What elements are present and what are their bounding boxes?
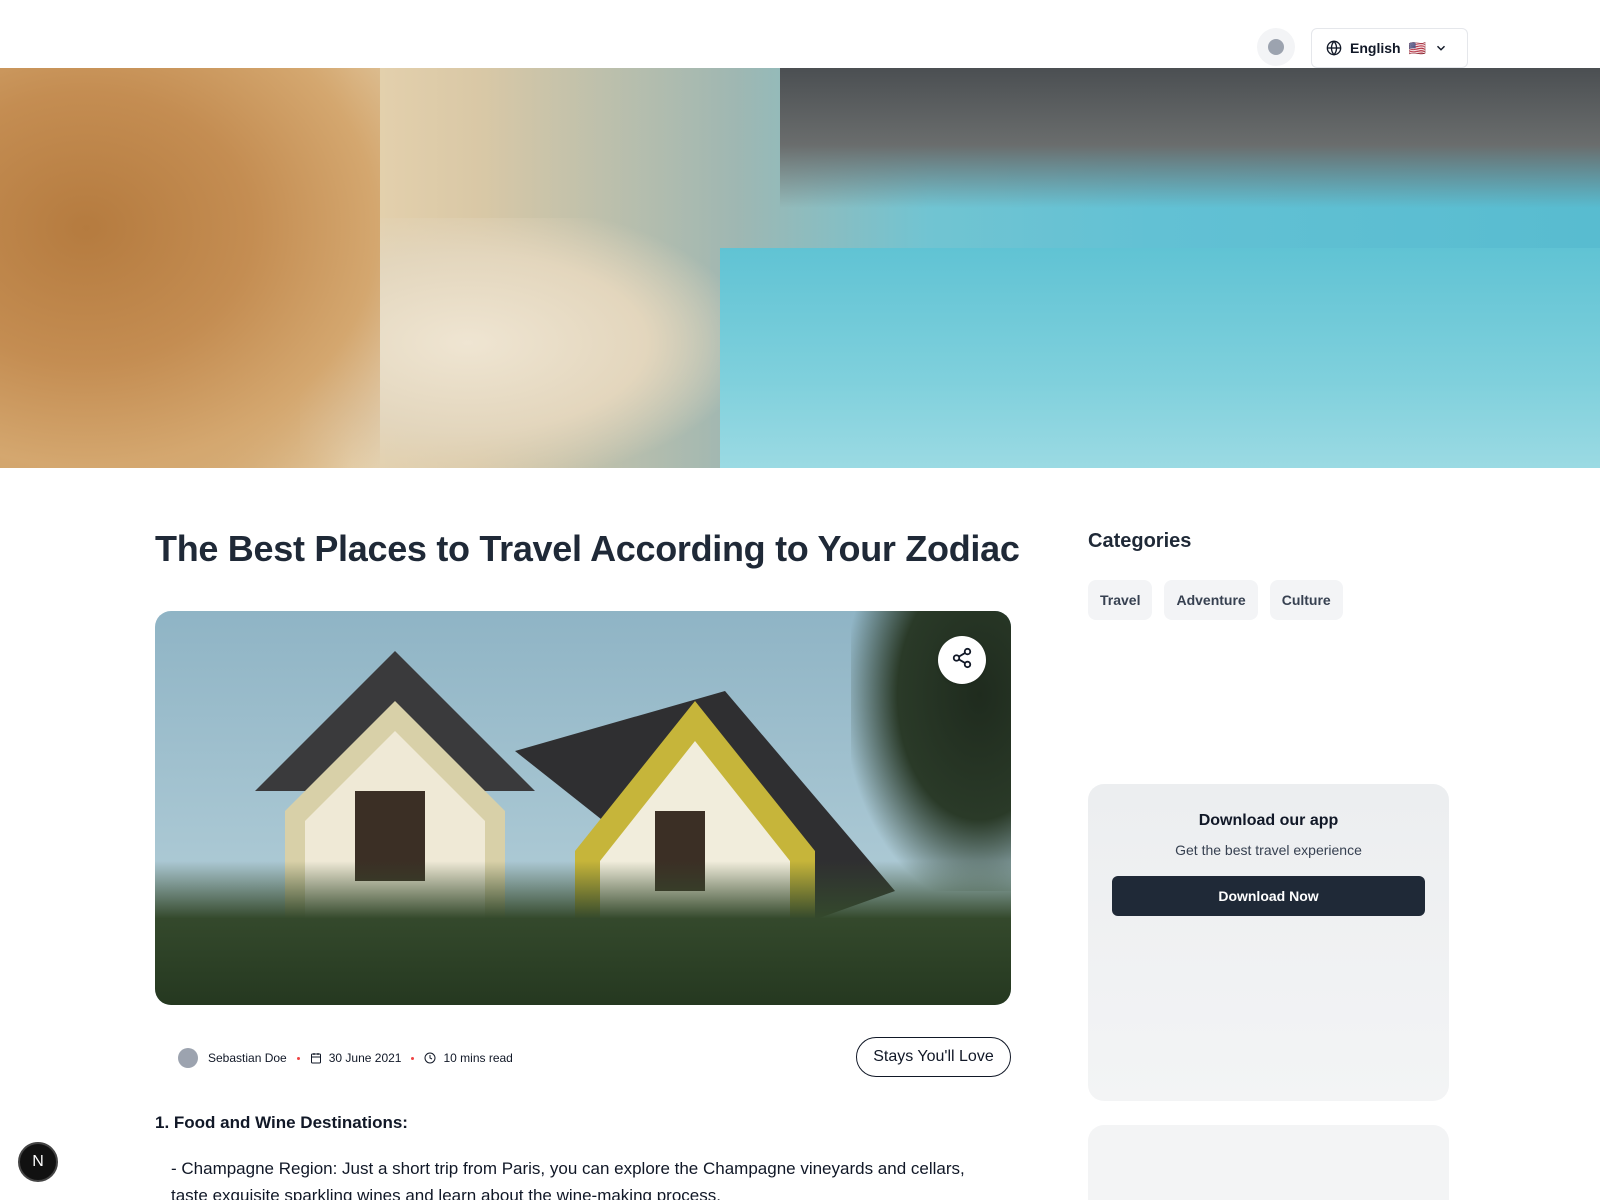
category-chip-adventure[interactable]: Adventure: [1164, 580, 1258, 620]
flag-us-icon: 🇺🇸: [1408, 39, 1426, 56]
article-title: The Best Places to Travel According to Y…: [155, 528, 1020, 569]
hero-water: [720, 248, 1600, 468]
meta-separator: [296, 1056, 300, 1060]
calendar-icon: [310, 1052, 322, 1064]
stays-tag-button[interactable]: Stays You'll Love: [856, 1037, 1011, 1077]
read-time: 10 mins read: [443, 1051, 513, 1065]
section-heading: 1. Food and Wine Destinations:: [155, 1113, 408, 1132]
bushes-foreground: [155, 861, 1011, 1005]
next-logo-badge[interactable]: N: [18, 1142, 58, 1182]
tree-foliage: [851, 611, 1011, 891]
theme-dot-icon: [1268, 39, 1284, 55]
share-icon: [951, 647, 973, 674]
article-body: - Champagne Region: Just a short trip fr…: [171, 1155, 991, 1200]
app-card-subtitle: Get the best travel experience: [1175, 842, 1362, 858]
top-header: English 🇺🇸: [0, 0, 1600, 68]
n-logo-icon: N: [32, 1153, 44, 1170]
category-chip-culture[interactable]: Culture: [1269, 580, 1343, 620]
app-card-title: Download our app: [1198, 812, 1339, 829]
meta-separator: [411, 1056, 415, 1060]
category-chips: Travel Adventure Culture: [1088, 580, 1343, 620]
article-date: 30 June 2021: [328, 1051, 402, 1065]
body-line: - Champagne Region: Just a short trip fr…: [171, 1159, 965, 1178]
category-chip-travel[interactable]: Travel: [1088, 580, 1153, 620]
download-now-button[interactable]: Download Now: [1112, 876, 1425, 916]
author-name[interactable]: Sebastian Doe: [208, 1051, 287, 1065]
sidebar-card: [1088, 1125, 1449, 1200]
hero-rocks: [780, 68, 1600, 208]
language-select[interactable]: English 🇺🇸: [1311, 28, 1468, 68]
download-app-card: Download our app Get the best travel exp…: [1088, 784, 1449, 1101]
body-line: taste exquisite sparkling wines and lear…: [171, 1186, 721, 1200]
globe-icon: [1326, 40, 1342, 56]
article-feature-image: [155, 611, 1011, 1005]
theme-toggle-button[interactable]: [1257, 28, 1295, 66]
categories-heading: Categories: [1088, 530, 1192, 552]
author-avatar: [178, 1048, 198, 1068]
chevron-down-icon: [1434, 41, 1448, 55]
clock-icon: [424, 1052, 436, 1064]
article-meta: Sebastian Doe 30 June 2021 10 mins read: [178, 1048, 513, 1068]
hero-image: [0, 68, 1600, 468]
hero-cliff: [0, 68, 380, 468]
language-label: English: [1350, 40, 1401, 56]
share-button[interactable]: [938, 636, 986, 684]
